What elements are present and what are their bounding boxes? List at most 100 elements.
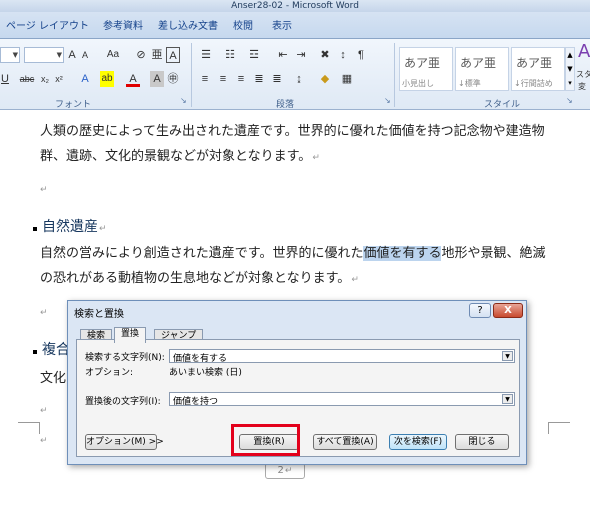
options-value: あいまい検索 (日) xyxy=(169,368,242,378)
return-mark: ↵ xyxy=(312,153,320,163)
style-name: ↓行間詰め xyxy=(514,79,553,88)
sort-icon[interactable]: ↕ xyxy=(336,47,350,63)
font-color-icon[interactable]: A xyxy=(126,71,140,87)
tab-mailings[interactable]: 差し込み文書 xyxy=(158,18,218,36)
char-border-icon[interactable]: A xyxy=(166,47,180,63)
return-mark: ↵ xyxy=(284,466,293,476)
find-input-value: 価値を有する xyxy=(173,354,228,364)
para1-line2: 群、遺跡、文化的景観などが対象となります。↵ xyxy=(40,145,320,164)
font-name-combo[interactable]: ▼ xyxy=(0,47,20,63)
change-styles-label-2: 変 xyxy=(578,82,586,91)
grow-font-icon[interactable]: A xyxy=(66,47,78,63)
phonetic-guide-icon[interactable]: 亜 xyxy=(150,47,164,63)
return-mark: ↵ xyxy=(40,436,48,446)
asian-layout-icon[interactable]: ✖ xyxy=(318,47,332,63)
font-dialog-launcher-icon[interactable]: ↘ xyxy=(180,97,188,105)
change-styles-label: スタ xyxy=(576,70,590,79)
strikethrough-icon[interactable]: abc xyxy=(16,71,38,87)
style-name: 小見出し xyxy=(402,79,434,88)
justify-icon[interactable]: ≣ xyxy=(252,71,266,87)
chevron-down-icon: ▼ xyxy=(12,51,18,59)
para2-text-b: 地形や景観、絶滅 xyxy=(441,246,546,261)
return-mark: ↵ xyxy=(351,275,359,285)
char-shading-icon[interactable]: A xyxy=(150,71,164,87)
style-sample: あア亜 xyxy=(404,56,441,70)
para1-line2-text: 群、遺跡、文化的景観などが対象となります。 xyxy=(40,149,312,164)
multilevel-list-icon[interactable]: ☲ xyxy=(246,47,262,63)
line-spacing-icon[interactable]: ↨ xyxy=(292,71,306,87)
options-label: オプション: xyxy=(85,368,134,378)
page-corner-left xyxy=(18,422,40,434)
clear-format-icon[interactable]: ⊘ xyxy=(134,47,148,63)
styles-dialog-launcher-icon[interactable]: ↘ xyxy=(566,97,574,105)
para1-line1: 人類の歴史によって生み出された遺産です。世界的に優れた価値を持つ記念物や建造物 xyxy=(40,124,545,139)
replace-all-button[interactable]: すべて置換(A) xyxy=(313,434,377,450)
superscript-icon[interactable]: x² xyxy=(54,71,64,87)
align-center-icon[interactable]: ≡ xyxy=(216,71,230,87)
bullets-icon[interactable]: ☰ xyxy=(198,47,214,63)
highlight-icon[interactable]: ab xyxy=(100,71,114,87)
para2-text-a: 自然の営みにより創造された遺産です。世界的に優れた xyxy=(40,246,364,261)
chevron-down-icon[interactable]: ▼ xyxy=(502,351,513,361)
tab-view[interactable]: 表示 xyxy=(272,18,292,36)
text-effects-icon[interactable]: A xyxy=(78,71,92,87)
enclose-char-icon[interactable]: ㊥ xyxy=(166,71,180,87)
page-number: 2↵ xyxy=(265,463,305,479)
style-sample: あア亜 xyxy=(460,56,497,70)
chevron-down-icon[interactable]: ▼ xyxy=(502,394,513,404)
tab-page-layout[interactable]: ページ レイアウト xyxy=(6,18,89,36)
tab-review[interactable]: 校閲 xyxy=(233,18,253,36)
para2-line1: 自然の営みにより創造された遺産です。世界的に優れた価値を有する地形や景観、絶滅 xyxy=(40,242,545,261)
show-marks-icon[interactable]: ¶ xyxy=(354,47,368,63)
find-input[interactable]: 価値を有する ▼ xyxy=(169,349,515,364)
chevron-down-icon: ▼ xyxy=(56,51,62,59)
group-divider xyxy=(191,43,192,107)
font-size-combo[interactable]: ▼ xyxy=(24,47,64,63)
shading-icon[interactable]: ◆ xyxy=(318,71,332,87)
para3-partial: 文化 xyxy=(40,371,67,386)
shrink-font-icon[interactable]: A xyxy=(79,47,91,63)
paragraph-group-label: 段落 xyxy=(276,100,295,110)
title-bar: Anser28-02 - Microsoft Word xyxy=(0,0,590,12)
borders-icon[interactable]: ▦ xyxy=(340,71,354,87)
tab-references[interactable]: 参考資料 xyxy=(103,18,143,36)
style-gallery-item[interactable]: あア亜 ↓標準 xyxy=(455,47,509,91)
close-icon[interactable]: X xyxy=(493,303,523,318)
tab-replace[interactable]: 置換 xyxy=(114,327,147,343)
replace-input-value: 価値を持つ xyxy=(173,397,219,407)
highlight-box xyxy=(231,424,300,456)
style-gallery-item[interactable]: あア亜 小見出し xyxy=(399,47,453,91)
underline-icon[interactable]: U xyxy=(0,71,10,87)
heading-bullet xyxy=(33,227,37,231)
dialog-title: 検索と置換 xyxy=(74,309,124,320)
style-gallery-item[interactable]: あア亜 ↓行間詰め xyxy=(511,47,565,91)
style-gallery-scroll[interactable]: ▲ ▼ ▾ xyxy=(565,47,575,91)
paragraph-dialog-launcher-icon[interactable]: ↘ xyxy=(384,97,392,105)
ribbon: ▼ ▼ A A Aa ⊘ 亜 A U abc x₂ x² A ab A A ㊥ … xyxy=(0,39,590,110)
replace-label: 置換後の文字列(I): xyxy=(85,397,161,407)
replace-input[interactable]: 価値を持つ ▼ xyxy=(169,392,515,407)
change-case-icon[interactable]: Aa xyxy=(104,47,122,63)
font-group-label: フォント xyxy=(55,100,92,110)
increase-indent-icon[interactable]: ⇥ xyxy=(294,47,308,63)
para2-line2-text: の恐れがある動植物の生息地などが対象となります。 xyxy=(40,271,351,286)
return-mark: ↵ xyxy=(99,224,107,234)
style-sample: あア亜 xyxy=(516,56,553,70)
change-styles-icon[interactable]: A xyxy=(578,41,590,62)
ribbon-tab-bar: ページ レイアウト 参考資料 差し込み文書 校閲 表示 xyxy=(0,12,590,39)
more-options-button[interactable]: オプション(M) >> xyxy=(85,434,164,450)
numbering-icon[interactable]: ☷ xyxy=(222,47,238,63)
return-mark: ↵ xyxy=(40,406,48,416)
subscript-icon[interactable]: x₂ xyxy=(40,71,50,87)
heading-partial: 複合 xyxy=(42,342,70,358)
close-dialog-button[interactable]: 閉じる xyxy=(455,434,509,450)
help-button[interactable]: ? xyxy=(469,303,491,318)
distribute-icon[interactable]: ≣ xyxy=(270,71,284,87)
decrease-indent-icon[interactable]: ⇤ xyxy=(276,47,290,63)
find-next-button[interactable]: 次を検索(F) xyxy=(389,434,447,450)
align-right-icon[interactable]: ≡ xyxy=(234,71,248,87)
selected-text: 価値を有する xyxy=(363,246,442,261)
find-label: 検索する文字列(N): xyxy=(85,353,165,363)
group-divider xyxy=(394,43,395,107)
align-left-icon[interactable]: ≡ xyxy=(198,71,212,87)
